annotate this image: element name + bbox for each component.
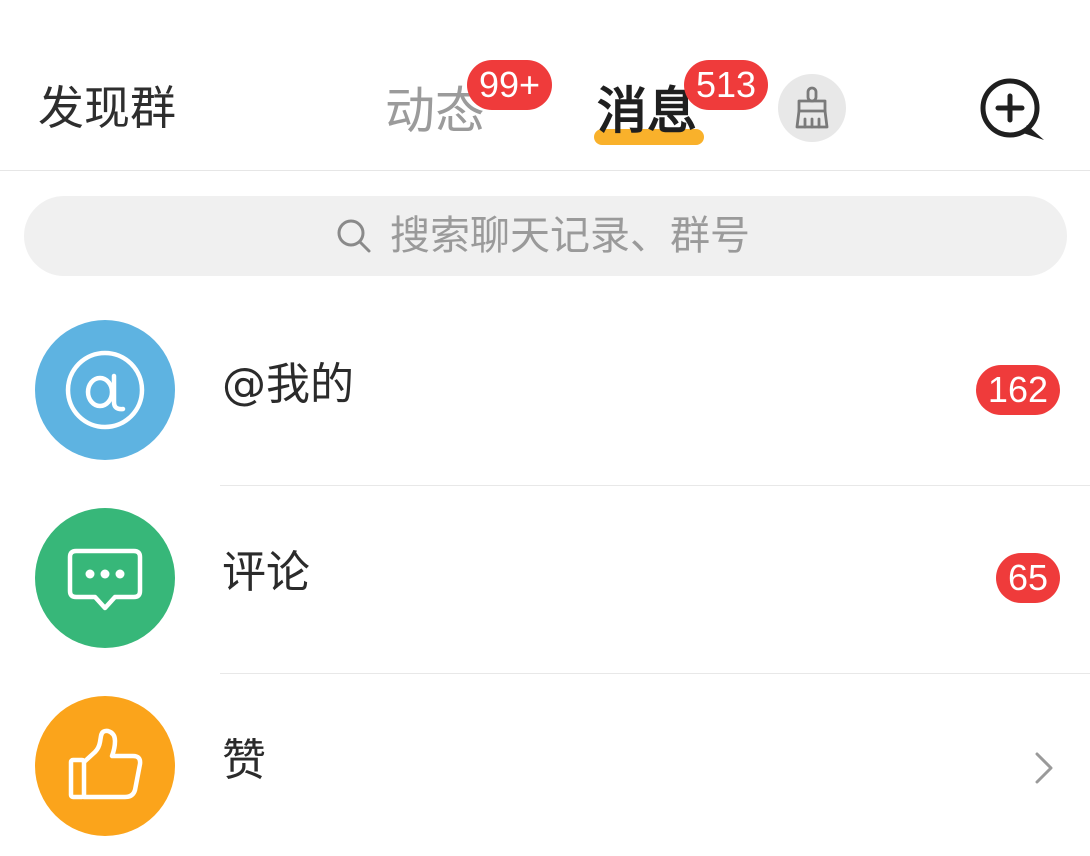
at-icon — [65, 350, 145, 430]
mentions-avatar — [35, 320, 175, 460]
list-item-comments[interactable]: 评论 65 — [0, 484, 1090, 672]
chat-plus-icon — [980, 78, 1044, 140]
comment-icon — [67, 548, 143, 611]
broom-icon — [795, 86, 829, 129]
search-icon — [337, 219, 371, 253]
list-item-label: 赞 — [222, 735, 266, 786]
list-item-mentions[interactable]: @我的 162 — [0, 296, 1090, 484]
thumbs-up-icon — [68, 728, 143, 800]
tab-messages-badge: 513 — [684, 60, 769, 110]
tab-feed-badge: 99+ — [467, 60, 553, 110]
search-placeholder: 搜索聊天记录、群号 — [390, 213, 750, 259]
tab-messages[interactable]: 消息 — [597, 86, 697, 136]
list-item-likes[interactable]: 赞 — [0, 672, 1090, 856]
likes-avatar — [35, 696, 175, 836]
unread-badge: 162 — [975, 365, 1060, 415]
top-bar: 发现群 动态 99+ 消息 513 — [0, 0, 1090, 171]
discover-groups-button[interactable]: 发现群 — [38, 84, 176, 132]
search-input[interactable]: 搜索聊天记录、群号 — [24, 196, 1067, 276]
header-divider — [0, 170, 1090, 171]
clean-unread-button[interactable] — [778, 74, 846, 142]
list-item-label: @我的 — [222, 359, 354, 410]
unread-badge: 65 — [995, 553, 1060, 603]
chevron-right-icon — [1035, 752, 1053, 784]
list-item-label: 评论 — [222, 547, 310, 598]
comments-avatar — [35, 508, 175, 648]
new-chat-button[interactable] — [976, 76, 1048, 148]
